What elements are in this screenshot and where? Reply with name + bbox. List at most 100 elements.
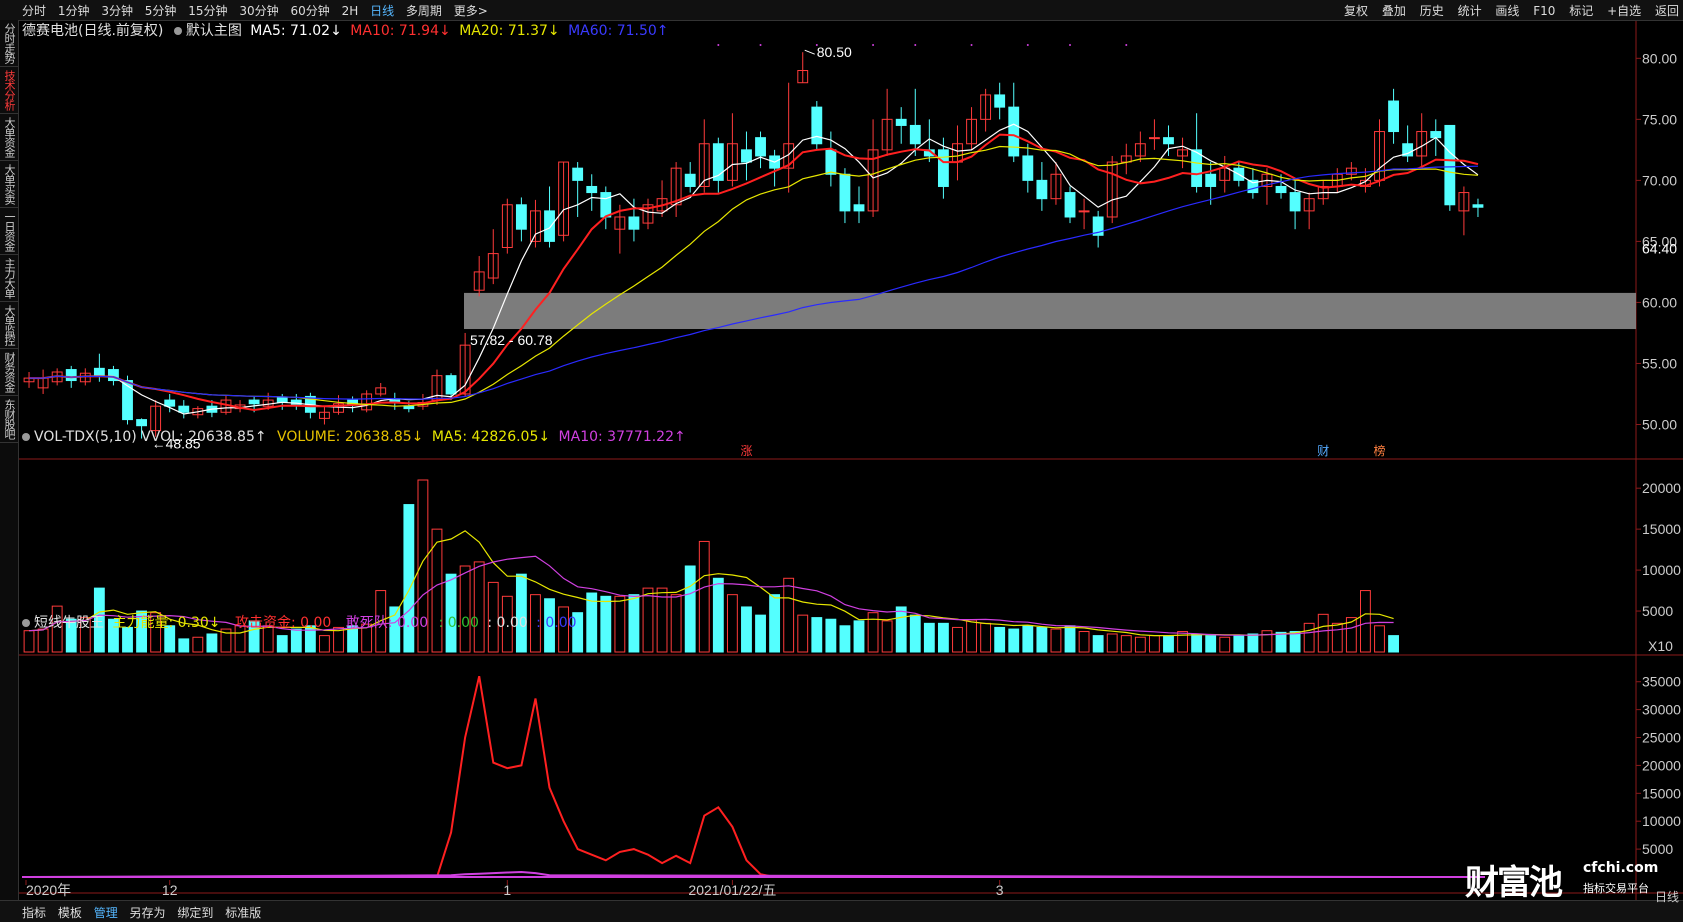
manage-button[interactable]: 管理 bbox=[94, 904, 118, 921]
candle-body bbox=[1036, 179, 1048, 200]
sidebar-item-finance[interactable]: 财务资金 bbox=[0, 349, 18, 396]
stats-button[interactable]: 统计 bbox=[1458, 2, 1482, 19]
indicator-panel-header: 短线牛股王 主力能量: 0.30↓ 攻击资金: 0.00 敢死队: 0.00 :… bbox=[22, 612, 577, 632]
candle-body bbox=[586, 185, 598, 194]
signal-dot bbox=[914, 44, 917, 46]
candle-body bbox=[811, 106, 823, 145]
signal-dot bbox=[970, 44, 973, 46]
sidebar-item-big-order-monitor[interactable]: 大单监控 bbox=[0, 302, 18, 349]
price-tick-label: 55.00 bbox=[1642, 355, 1677, 371]
settings-dot-icon[interactable] bbox=[22, 619, 30, 627]
price-tick-label: 75.00 bbox=[1642, 111, 1677, 127]
volume-bar bbox=[1022, 625, 1034, 653]
f10-button[interactable]: F10 bbox=[1533, 4, 1555, 18]
candle-body bbox=[741, 149, 752, 163]
indicator-tick-label: 30000 bbox=[1642, 702, 1681, 718]
sidebar-item-daily-funds[interactable]: 一日资金 bbox=[0, 208, 18, 255]
tab-15min[interactable]: 15分钟 bbox=[188, 2, 227, 19]
volume-bar bbox=[1036, 626, 1048, 653]
candle-body bbox=[178, 405, 190, 413]
volume-bar bbox=[1233, 635, 1245, 653]
candle-body bbox=[1444, 124, 1456, 206]
bind-to-button[interactable]: 绑定到 bbox=[177, 904, 213, 921]
high-price-label: 80.50 bbox=[817, 44, 852, 60]
candle-body bbox=[1022, 155, 1034, 181]
sidebar-item-technical[interactable]: 技术分析 bbox=[0, 67, 18, 114]
sidebar-item-main-big-order[interactable]: 主力大单 bbox=[0, 255, 18, 302]
volume-bar bbox=[684, 565, 696, 653]
volume-bar bbox=[937, 622, 949, 653]
mark-button[interactable]: 标记 bbox=[1569, 2, 1593, 19]
settings-dot-icon[interactable] bbox=[22, 433, 30, 441]
tab-multi-period[interactable]: 多周期 bbox=[406, 2, 442, 19]
dare-squad-value: 敢死队: 0.00 bbox=[345, 615, 429, 631]
volume-bar bbox=[923, 622, 935, 653]
tab-1min[interactable]: 1分钟 bbox=[58, 2, 90, 19]
signal-dot bbox=[759, 44, 762, 46]
indicator-button[interactable]: 指标 bbox=[22, 904, 46, 921]
candle-body bbox=[1388, 100, 1399, 133]
vol-indicator-name[interactable]: VOL-TDX(5,10) bbox=[34, 429, 137, 445]
indicator-tick-label: 15000 bbox=[1642, 785, 1681, 801]
volume-panel-header: VOL-TDX(5,10) VVOL: 20638.85↑ VOLUME: 20… bbox=[22, 429, 686, 445]
signal-dot bbox=[1026, 44, 1029, 46]
adjust-button[interactable]: 复权 bbox=[1344, 2, 1368, 19]
draw-line-button[interactable]: 画线 bbox=[1495, 2, 1519, 19]
signal-dot bbox=[872, 44, 875, 46]
tab-more[interactable]: 更多> bbox=[454, 2, 488, 19]
sidebar-item-big-order-funds[interactable]: 大单资金 bbox=[0, 114, 18, 161]
history-button[interactable]: 历史 bbox=[1420, 2, 1444, 19]
left-sidebar: 分时走势 技术分析 大单资金 大单买卖 一日资金 主力大单 大单监控 财务资金 … bbox=[0, 20, 19, 900]
vol-ma5-value: MA5: 42826.05↓ bbox=[431, 429, 551, 445]
save-as-button[interactable]: 另存为 bbox=[130, 904, 166, 921]
volume-bar bbox=[909, 614, 921, 653]
tab-2h[interactable]: 2H bbox=[342, 4, 359, 18]
extra-value-2: : 0.00 bbox=[487, 615, 528, 631]
watermark-logo: 财富池 cfchi.com 指标交易平台 bbox=[1465, 855, 1665, 903]
tab-30min[interactable]: 30分钟 bbox=[239, 2, 278, 19]
volume-bar bbox=[895, 606, 907, 653]
price-tick-label: 70.00 bbox=[1642, 172, 1677, 188]
tab-daily[interactable]: 日线 bbox=[370, 2, 394, 19]
tab-minute[interactable]: 分时 bbox=[22, 2, 46, 19]
volume-bar bbox=[1191, 633, 1203, 653]
candle-body bbox=[572, 167, 584, 181]
top-toolbar: 分时 1分钟 3分钟 5分钟 15分钟 30分钟 60分钟 2H 日线 多周期 … bbox=[0, 0, 1683, 21]
volume-bar bbox=[628, 594, 640, 653]
volume-bar bbox=[600, 595, 612, 653]
indicator-name[interactable]: 短线牛股王 bbox=[34, 615, 104, 631]
extra-value-3: : 0.00 bbox=[536, 615, 577, 631]
candle-body bbox=[1163, 137, 1174, 145]
signal-dot bbox=[815, 44, 818, 46]
price-tick-label: 80.00 bbox=[1642, 50, 1677, 66]
candle-body bbox=[628, 216, 640, 230]
candle-body bbox=[93, 367, 105, 377]
volume-multiplier-label: X10 bbox=[1648, 638, 1673, 654]
volume-bar bbox=[1289, 631, 1301, 653]
tab-5min[interactable]: 5分钟 bbox=[145, 2, 177, 19]
tab-3min[interactable]: 3分钟 bbox=[101, 2, 133, 19]
sidebar-item-big-order-trades[interactable]: 大单买卖 bbox=[0, 161, 18, 208]
back-button[interactable]: 返回 bbox=[1655, 2, 1679, 19]
tab-60min[interactable]: 60分钟 bbox=[290, 2, 329, 19]
candle-body bbox=[136, 419, 147, 427]
volume-bar bbox=[853, 620, 865, 653]
add-watchlist-button[interactable]: +自选 bbox=[1607, 2, 1641, 19]
settings-dot-icon[interactable] bbox=[173, 27, 182, 35]
sidebar-item-forum[interactable]: 东财股吧 bbox=[0, 396, 18, 443]
ma60-value: MA60: 71.50↑ bbox=[568, 23, 669, 39]
volume-bar bbox=[290, 628, 302, 653]
main-chart-selector[interactable]: 默认主图 bbox=[186, 23, 242, 39]
stock-title[interactable]: 德赛电池(日线.前复权) bbox=[22, 23, 163, 39]
sidebar-item-intraday[interactable]: 分时走势 bbox=[0, 20, 18, 67]
overlay-button[interactable]: 叠加 bbox=[1382, 2, 1406, 19]
price-gap-band bbox=[464, 292, 1636, 330]
candle-body bbox=[853, 204, 865, 212]
candle-body bbox=[1191, 149, 1203, 187]
standard-edition-button[interactable]: 标准版 bbox=[225, 904, 261, 921]
chart-canvas: 50.0055.0060.0065.0070.0075.0080.0064.40… bbox=[18, 20, 1683, 900]
indicator-tick-label: 20000 bbox=[1642, 757, 1681, 773]
candle-body bbox=[1430, 131, 1442, 139]
template-button[interactable]: 模板 bbox=[58, 904, 82, 921]
volume-bar bbox=[586, 592, 598, 653]
